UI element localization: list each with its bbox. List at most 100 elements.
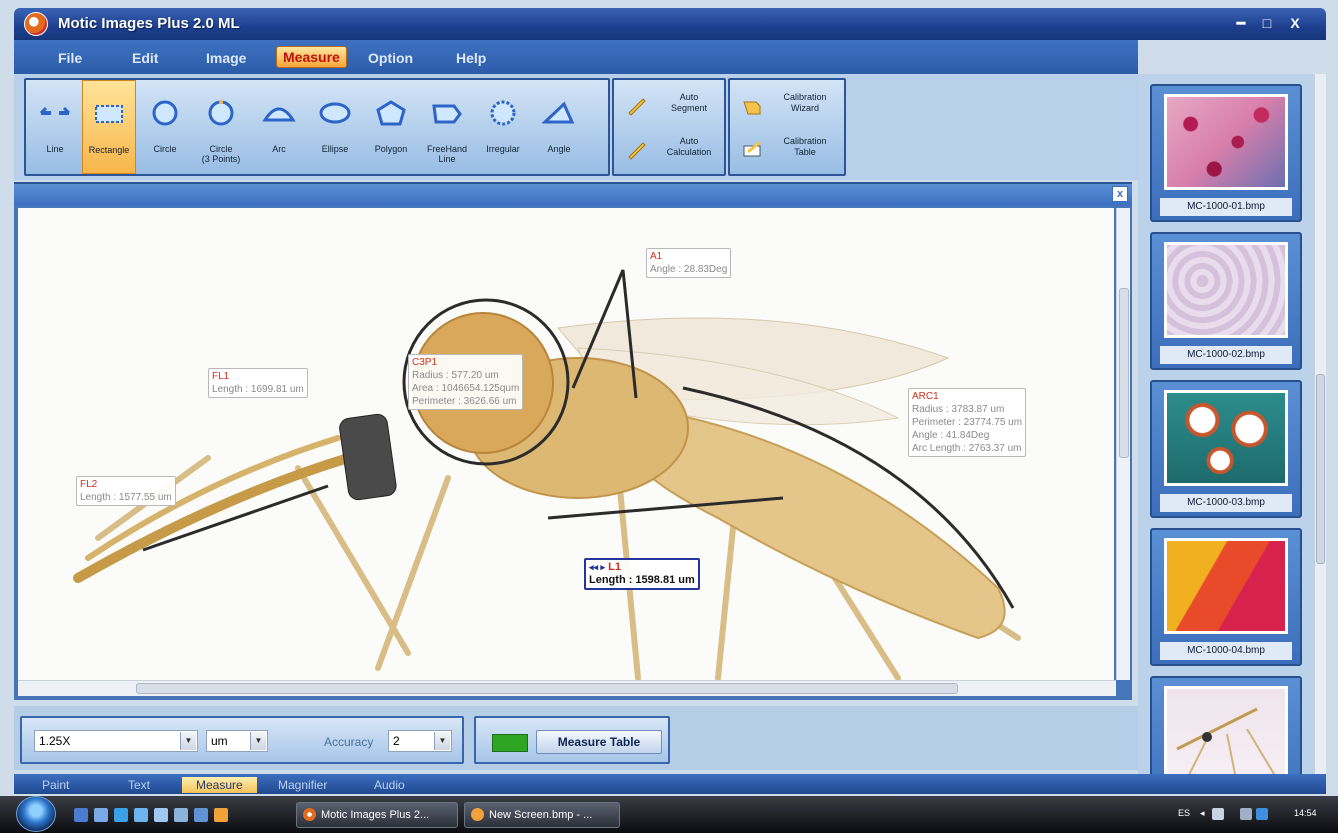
hand-pointer-icon (743, 101, 761, 115)
measurement-nav-icon[interactable]: ◂◂ ▸ (589, 562, 605, 572)
tool-angle[interactable]: Angle (532, 80, 586, 174)
thumbnail-panel: MC-1000-01.bmp MC-1000-02.bmp MC-1000-03… (1138, 74, 1314, 774)
circle-icon (152, 100, 178, 126)
tool-tab-strip: Paint Text Measure Magnifier Audio (14, 774, 1326, 794)
minimize-button[interactable]: ━ (1232, 14, 1250, 32)
angle-icon (542, 101, 575, 124)
browser-icon[interactable] (114, 808, 128, 822)
menu-image[interactable]: Image (200, 48, 252, 68)
measurement-label-arc1[interactable]: ARC1 Radius : 3783.87 um Perimeter : 237… (908, 388, 1027, 457)
measurement-label-fl1[interactable]: FL1 Length : 1699.81 um (208, 368, 308, 398)
image-canvas[interactable]: A1 Angle : 28.83Deg FL1 Length : 1699.81… (18, 208, 1114, 680)
windows-taskbar: Motic Images Plus 2... New Screen.bmp - … (0, 796, 1338, 833)
tray-volume-icon[interactable] (1240, 808, 1252, 820)
menu-edit[interactable]: Edit (126, 48, 164, 68)
tab-audio[interactable]: Audio (360, 777, 419, 793)
irregular-icon (490, 100, 516, 126)
start-button[interactable] (16, 796, 56, 832)
accuracy-label: Accuracy (324, 735, 374, 749)
tool-ellipse[interactable]: Ellipse (308, 80, 362, 174)
line-icon (39, 106, 71, 115)
image-vertical-scrollbar[interactable] (1116, 208, 1130, 680)
measurement-label-fl2[interactable]: FL2 Length : 1577.55 um (76, 476, 176, 506)
circle-3points-icon (208, 100, 234, 126)
app-logo-icon (24, 12, 48, 36)
show-desktop-icon[interactable] (74, 808, 88, 822)
thumbnail-3[interactable]: MC-1000-03.bmp (1150, 380, 1302, 518)
tab-paint[interactable]: Paint (28, 777, 83, 793)
tray-arrow-icon[interactable]: ◂ (1200, 808, 1205, 819)
auto-calculation-button[interactable]: Auto Calculation (620, 128, 724, 170)
tool-line[interactable]: Line (28, 80, 82, 174)
image-panel-header: x (14, 182, 1132, 206)
taskbar-motic-button[interactable]: Motic Images Plus 2... (296, 802, 458, 828)
switch-windows-icon[interactable] (94, 808, 108, 822)
freehand-icon (432, 104, 462, 124)
pencil-icon (628, 142, 646, 160)
tab-text[interactable]: Text (114, 777, 164, 793)
magnification-select[interactable]: 1.25X ▼ (34, 730, 198, 752)
calibration-wizard-button[interactable]: Calibration Wizard (736, 84, 840, 126)
tool-rectangle[interactable]: Rectangle (82, 80, 136, 174)
tool-polygon[interactable]: Polygon (364, 80, 418, 174)
measurement-label-a1[interactable]: A1 Angle : 28.83Deg (646, 248, 732, 278)
menu-help[interactable]: Help (450, 48, 492, 68)
menu-option[interactable]: Option (362, 48, 419, 68)
app-logo-icon (303, 808, 316, 821)
thumbnail-image (1164, 94, 1288, 190)
calibration-table-button[interactable]: Calibration Table (736, 128, 840, 170)
ellipse-icon (319, 102, 351, 124)
image-horizontal-scrollbar[interactable] (18, 680, 1116, 696)
clock[interactable]: 14:54 (1294, 808, 1317, 818)
line-color-swatch[interactable] (492, 734, 528, 752)
language-indicator[interactable]: ES (1178, 808, 1190, 818)
tab-measure[interactable]: Measure (182, 777, 257, 793)
thumbnail-5[interactable] (1150, 676, 1302, 774)
unit-select[interactable]: um ▼ (206, 730, 268, 752)
thumbnail-2[interactable]: MC-1000-02.bmp (1150, 232, 1302, 370)
tool-irregular[interactable]: Irregular (476, 80, 530, 174)
image-viewer: A1 Angle : 28.83Deg FL1 Length : 1699.81… (14, 206, 1132, 700)
notepad-icon[interactable] (174, 808, 188, 822)
thumbnail-1[interactable]: MC-1000-01.bmp (1150, 84, 1302, 222)
measurement-label-c3p1[interactable]: C3P1 Radius : 577.20 um Area : 1046654.1… (408, 354, 524, 410)
tray-network-icon[interactable] (1212, 808, 1224, 820)
maximize-button[interactable]: □ (1258, 14, 1276, 32)
media-icon[interactable] (194, 808, 208, 822)
measure-table-button[interactable]: Measure Table (536, 730, 662, 754)
window-title: Motic Images Plus 2.0 ML (58, 15, 240, 32)
polygon-icon (376, 100, 406, 126)
calibration-tools-group: Calibration Wizard Calibration Table (728, 78, 846, 176)
tool-circle[interactable]: Circle (138, 80, 192, 174)
measurement-label-l1[interactable]: ◂◂ ▸ L1 Length : 1598.81 um (584, 558, 700, 590)
tab-magnifier[interactable]: Magnifier (264, 777, 341, 793)
shape-tools-group: Line Rectangle Circle Circle (3 Points) … (24, 78, 610, 176)
auto-tools-group: Auto Segment Auto Calculation (612, 78, 726, 176)
title-bar: Motic Images Plus 2.0 ML ━ □ X (14, 8, 1326, 40)
menu-bar: File Edit Image Measure Option Help (14, 40, 1138, 74)
calibration-table-icon (743, 140, 761, 157)
skype-icon[interactable] (134, 808, 148, 822)
measure-table-group: Measure Table (474, 716, 670, 764)
menu-file[interactable]: File (52, 48, 88, 68)
tray-app-icon[interactable] (1256, 808, 1268, 820)
panel-close-icon[interactable]: x (1112, 186, 1128, 202)
thumbnail-4[interactable]: MC-1000-04.bmp (1150, 528, 1302, 666)
paint-icon (471, 808, 484, 821)
tool-circle-3points[interactable]: Circle (3 Points) (194, 80, 248, 174)
tool-arc[interactable]: Arc (252, 80, 306, 174)
dropdown-arrow-icon: ▼ (250, 732, 266, 750)
pencil-icon (628, 98, 646, 116)
app-window: Motic Images Plus 2.0 ML ━ □ X File Edit… (0, 0, 1338, 833)
app-icon[interactable] (214, 808, 228, 822)
auto-segment-button[interactable]: Auto Segment (620, 84, 724, 126)
dropdown-arrow-icon: ▼ (434, 732, 450, 750)
accuracy-select[interactable]: 2 ▼ (388, 730, 452, 752)
taskbar-screenshot-button[interactable]: New Screen.bmp - ... (464, 802, 620, 828)
thumbnail-scrollbar[interactable] (1314, 74, 1326, 774)
rectangle-icon (95, 105, 123, 123)
quicklaunch-icon[interactable] (154, 808, 168, 822)
tool-freehand-line[interactable]: FreeHand Line (420, 80, 474, 174)
menu-measure[interactable]: Measure (276, 46, 347, 68)
close-button[interactable]: X (1286, 14, 1304, 32)
